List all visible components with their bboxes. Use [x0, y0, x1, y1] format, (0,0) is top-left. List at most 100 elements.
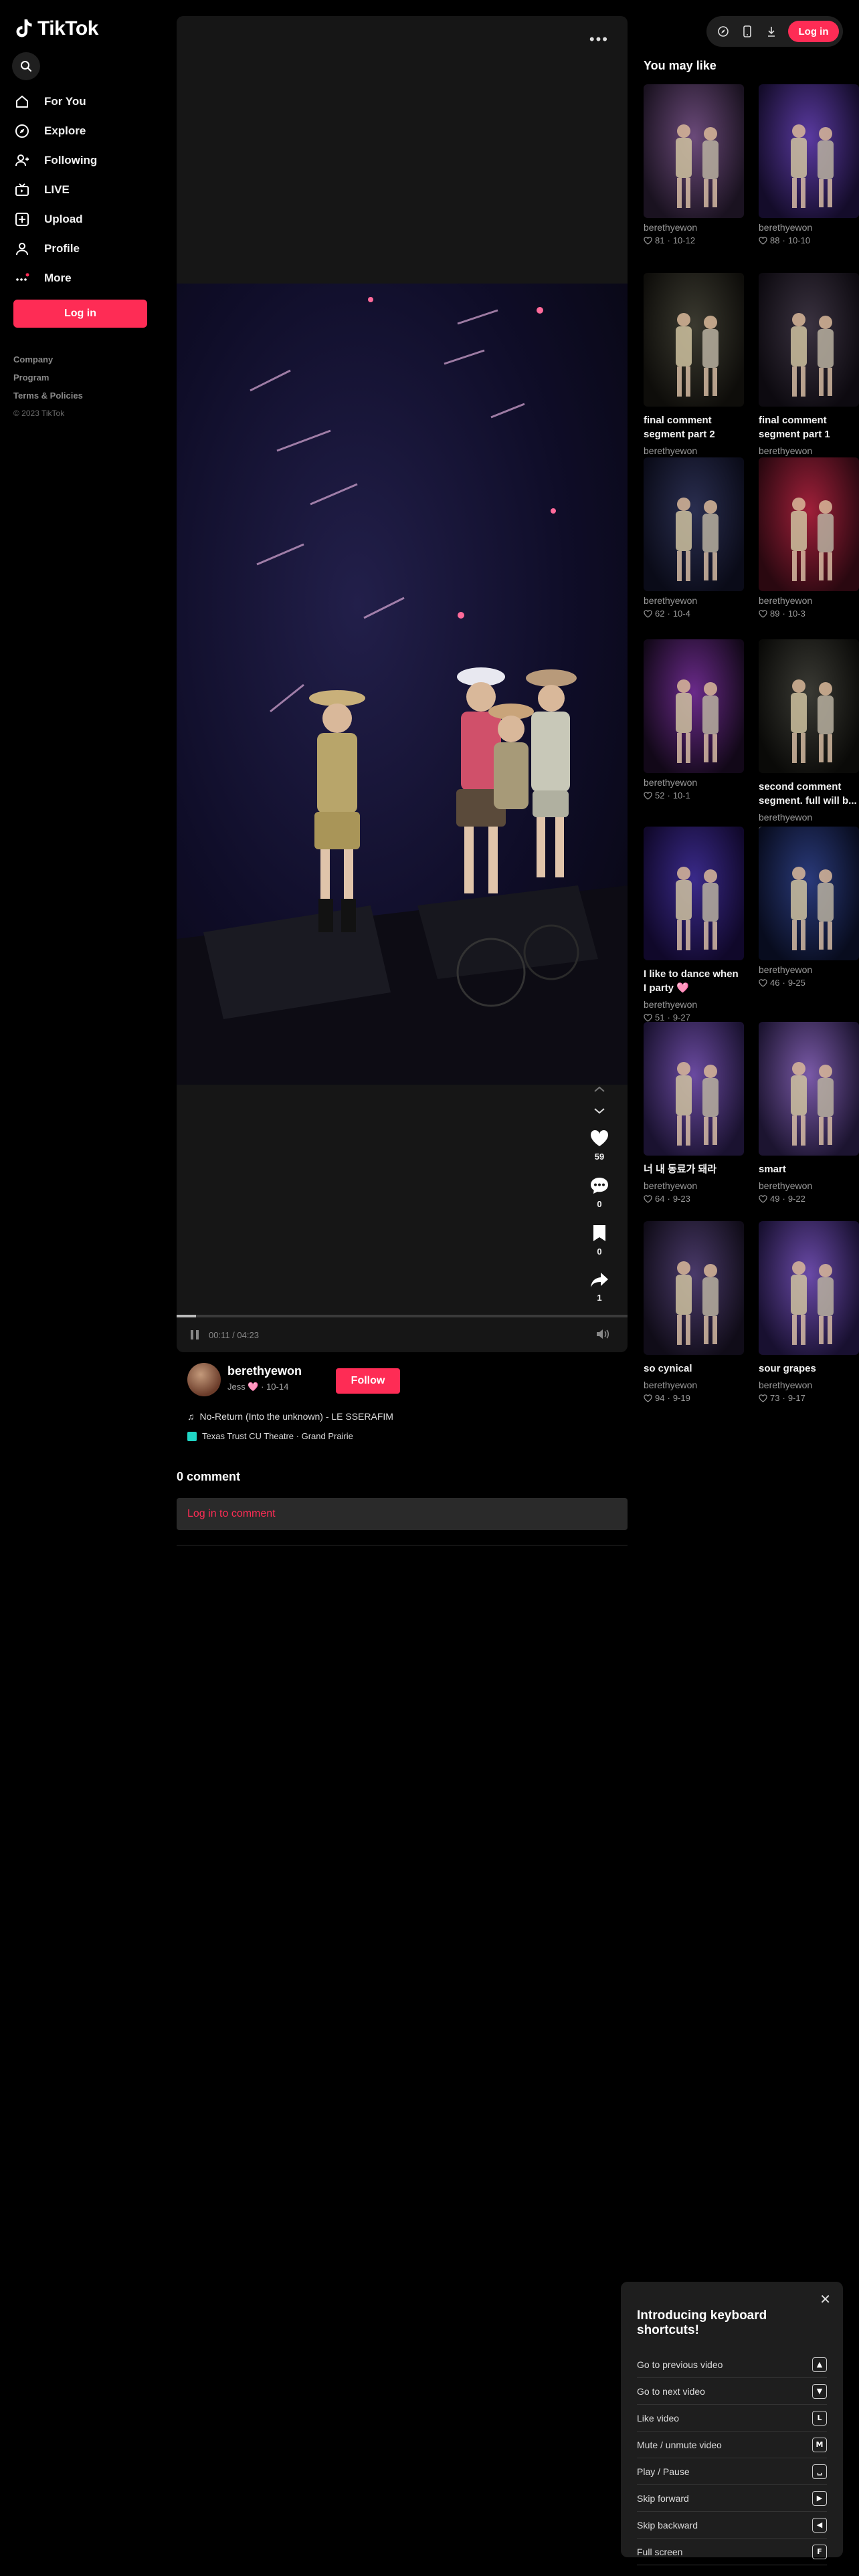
- nav-item-following[interactable]: Following: [13, 146, 154, 175]
- nav-item-profile[interactable]: Profile: [13, 234, 154, 263]
- close-icon[interactable]: ✕: [820, 2291, 831, 2308]
- video-thumbnail[interactable]: [644, 457, 744, 591]
- video-thumbnail[interactable]: [759, 273, 859, 407]
- music-info[interactable]: ♫ No-Return (Into the unknown) - LE SSER…: [187, 1411, 393, 1422]
- shortcut-key: ▲: [812, 2357, 827, 2372]
- video-progress-bar[interactable]: [177, 1315, 628, 1317]
- video-frame[interactable]: [177, 284, 628, 1085]
- video-thumbnail[interactable]: [644, 1221, 744, 1355]
- video-like-count: 46: [770, 978, 780, 988]
- video-thumbnail[interactable]: [759, 457, 859, 591]
- recommended-video-card[interactable]: berethyewon 81 · 10-12: [644, 84, 744, 245]
- recommended-video-card[interactable]: smart berethyewon 49 · 9-22: [759, 1022, 859, 1204]
- recommended-video-card[interactable]: final comment segment part 1berethyewon6…: [759, 273, 859, 469]
- recommended-video-card[interactable]: so cynical berethyewon 94 · 9-19: [644, 1221, 744, 1403]
- recommended-video-card[interactable]: berethyewon 88 · 10-10: [759, 84, 859, 245]
- music-note-icon: ♫: [187, 1411, 195, 1422]
- video-thumbnail[interactable]: [759, 1022, 859, 1156]
- nav-item-upload[interactable]: Upload: [13, 205, 154, 234]
- heart-outline-icon: [759, 1394, 767, 1402]
- footer-company-link[interactable]: Company: [13, 354, 83, 364]
- video-thumbnail[interactable]: [644, 639, 744, 773]
- nav-item-live[interactable]: LIVE: [13, 175, 154, 205]
- video-date: 9-25: [787, 978, 805, 988]
- video-caption: final comment segment part 2: [644, 415, 715, 440]
- performer-silhouette-illustration: [676, 498, 719, 581]
- more-options-icon[interactable]: •••: [589, 31, 609, 48]
- video-thumbnail[interactable]: [644, 273, 744, 407]
- video-date: 10-4: [672, 609, 690, 619]
- follow-button[interactable]: Follow: [336, 1368, 400, 1394]
- video-thumbnail[interactable]: [644, 1022, 744, 1156]
- bookmark-icon[interactable]: [591, 1224, 608, 1243]
- mobile-device-icon[interactable]: [740, 24, 755, 39]
- recommended-video-card[interactable]: sour grapes berethyewon 73 · 9-17: [759, 1221, 859, 1403]
- top-actions-bar: Log in: [706, 16, 843, 47]
- recommended-video-card[interactable]: berethyewon 62 · 10-4: [644, 457, 744, 619]
- nav-label: Explore: [44, 124, 86, 137]
- location-info[interactable]: Texas Trust CU Theatre · Grand Prairie: [187, 1431, 353, 1441]
- recommended-video-card[interactable]: 너 내 동료가 돼라 berethyewon 64 · 9-23: [644, 1022, 744, 1204]
- download-icon[interactable]: [764, 24, 779, 39]
- video-thumbnail[interactable]: [759, 827, 859, 960]
- footer-program-link[interactable]: Program: [13, 372, 83, 383]
- topbar-login-button[interactable]: Log in: [788, 21, 839, 42]
- video-thumbnail[interactable]: [759, 639, 859, 773]
- performer-silhouette-illustration: [791, 313, 834, 397]
- performer-silhouette-illustration: [676, 1062, 719, 1146]
- separator-dot: ·: [667, 1194, 670, 1204]
- video-thumbnail[interactable]: [644, 84, 744, 218]
- footer-terms-link[interactable]: Terms & Policies: [13, 391, 83, 401]
- nav-item-explore[interactable]: Explore: [13, 116, 154, 146]
- shortcuts-title: Introducing keyboard shortcuts!: [637, 2309, 767, 2337]
- sidebar-login-button[interactable]: Log in: [13, 300, 147, 328]
- recommended-video-card[interactable]: final comment segment part 2berethyewon7…: [644, 273, 744, 469]
- nav-item-more[interactable]: More: [13, 263, 154, 293]
- shortcut-key: ␣: [812, 2464, 827, 2479]
- recommended-video-card[interactable]: berethyewon 52 · 10-1: [644, 639, 744, 800]
- video-thumbnail[interactable]: [759, 84, 859, 218]
- search-button[interactable]: [12, 52, 40, 80]
- performer-silhouette-illustration: [676, 313, 719, 397]
- keyboard-shortcuts-panel: ✕ Introducing keyboard shortcuts! Go to …: [621, 2282, 843, 2565]
- separator-dot: ·: [782, 609, 785, 619]
- recommended-video-card[interactable]: second comment segment. full will b... be…: [759, 639, 859, 835]
- login-to-comment-button[interactable]: Log in to comment: [177, 1498, 628, 1530]
- video-like-count: 81: [655, 235, 665, 245]
- video-date: 10-1: [672, 790, 690, 800]
- chevron-up-icon[interactable]: [593, 1086, 605, 1093]
- search-icon: [21, 61, 31, 72]
- video-thumbnail[interactable]: [759, 1221, 859, 1355]
- performer-silhouette-illustration: [791, 1062, 834, 1146]
- separator-dot: ·: [667, 790, 670, 800]
- recommended-video-card[interactable]: berethyewon 46 · 9-25: [759, 827, 859, 988]
- shortcut-label: Like video: [637, 2412, 680, 2424]
- pause-icon[interactable]: [190, 1329, 199, 1340]
- shortcut-key: ◀: [812, 2517, 827, 2533]
- nav-item-for-you[interactable]: For You: [13, 87, 154, 116]
- video-like-count: 73: [770, 1393, 780, 1403]
- avatar[interactable]: [187, 1363, 221, 1396]
- shortcut-row: Like video L: [637, 2405, 827, 2432]
- location-pin-icon: [187, 1431, 197, 1441]
- share-icon[interactable]: [589, 1271, 609, 1289]
- video-stats: 89 · 10-3: [759, 609, 859, 619]
- heart-icon[interactable]: [589, 1129, 609, 1148]
- tiktok-logo[interactable]: TikTok: [15, 17, 98, 40]
- compass-icon[interactable]: [716, 24, 731, 39]
- video-stats: 52 · 10-1: [644, 790, 744, 800]
- video-stats: 73 · 9-17: [759, 1393, 859, 1403]
- video-like-count: 94: [655, 1393, 665, 1403]
- recommended-video-card[interactable]: berethyewon 89 · 10-3: [759, 457, 859, 619]
- author-username[interactable]: berethyewon: [227, 1364, 302, 1378]
- shortcut-row: Go to next video ▼: [637, 2378, 827, 2405]
- video-thumbnail[interactable]: [644, 827, 744, 960]
- video-date: 9-23: [672, 1194, 690, 1204]
- video-player[interactable]: ••• 59 0 0 1 00:11 / 04:23: [177, 16, 628, 1352]
- shortcut-row: Skip backward ◀: [637, 2512, 827, 2539]
- chevron-down-icon[interactable]: [593, 1107, 605, 1114]
- volume-icon[interactable]: [595, 1328, 610, 1340]
- concert-scene-illustration: [177, 297, 628, 1085]
- comment-icon[interactable]: [589, 1176, 609, 1195]
- recommended-video-card[interactable]: I like to dance when I party 🩷 berethyewo…: [644, 827, 744, 1023]
